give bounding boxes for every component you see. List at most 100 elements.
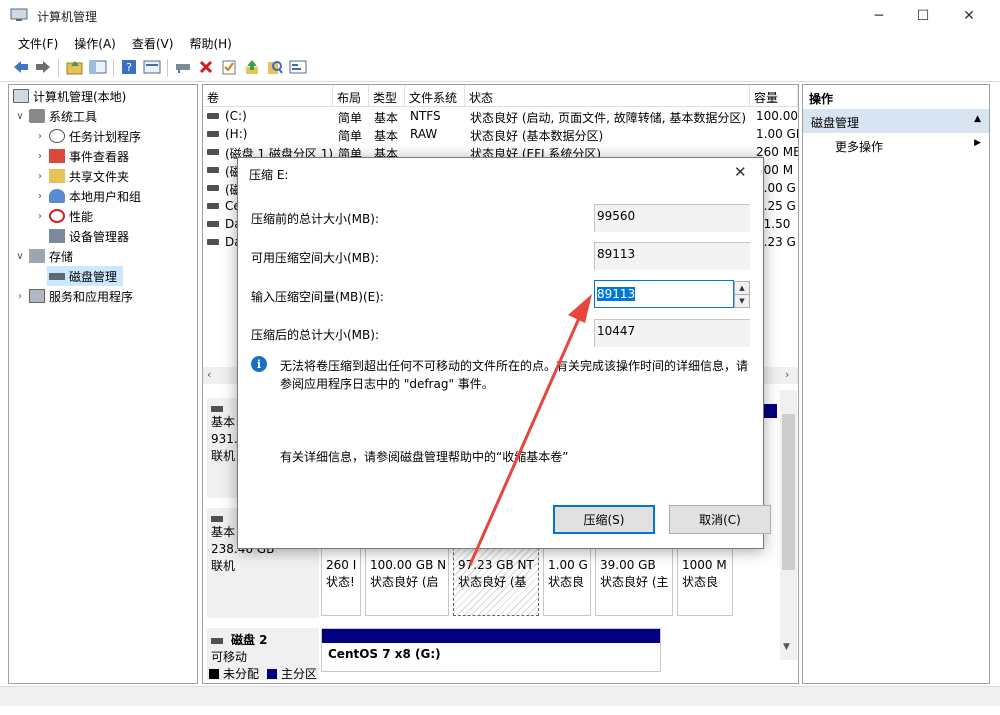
tree-item-task-scheduler[interactable]: › 任务计划程序: [33, 126, 141, 146]
device-manager-icon: [49, 229, 65, 243]
volume-icon: [207, 239, 219, 245]
tree-item-performance[interactable]: › 性能: [33, 206, 93, 226]
chevron-down-icon[interactable]: ∨: [13, 111, 27, 122]
tree-item-event-viewer[interactable]: › 事件查看器: [33, 146, 129, 166]
show-hide-tree-icon[interactable]: [89, 58, 107, 76]
spin-up-icon[interactable]: ▲: [734, 281, 750, 295]
label-shrink-amount: 输入压缩空间量(MB)(E):: [251, 290, 384, 304]
collapse-up-icon[interactable]: ▲: [974, 114, 981, 124]
maximize-button[interactable]: ☐: [900, 0, 946, 31]
scroll-left-icon[interactable]: ‹: [207, 368, 211, 381]
menu-action[interactable]: 操作(A): [68, 31, 122, 53]
menu-help[interactable]: 帮助(H): [183, 31, 237, 53]
menu-view[interactable]: 查看(V): [126, 31, 180, 53]
storage-icon: [29, 249, 45, 263]
svg-text:?: ?: [126, 61, 132, 74]
disk-icon: [211, 406, 223, 412]
label-total-after: 压缩后的总计大小(MB):: [251, 328, 379, 342]
scroll-down-icon[interactable]: ▼: [783, 642, 790, 652]
info-message: 无法将卷压缩到超出任何不可移动的文件所在的点。有关完成该操作时间的详细信息，请参…: [280, 359, 749, 391]
upload-icon[interactable]: [243, 58, 261, 76]
clock-icon: [49, 129, 65, 143]
volume-list-header: 卷 布局 类型 文件系统 状态 容量: [203, 85, 798, 107]
label-available-space: 可用压缩空间大小(MB):: [251, 251, 379, 265]
volume-icon: [207, 113, 219, 119]
folder-up-icon[interactable]: [66, 58, 84, 76]
scrollbar-thumb[interactable]: [782, 414, 795, 570]
forward-arrow-icon[interactable]: [34, 58, 52, 76]
disk-icon: [211, 637, 223, 644]
properties-view-icon[interactable]: [143, 58, 161, 76]
chevron-right-icon[interactable]: ›: [33, 131, 47, 142]
shrink-dialog: 压缩 E: ✕ 压缩前的总计大小(MB): 99560 可用压缩空间大小(MB)…: [237, 157, 771, 549]
search-icon[interactable]: [266, 58, 284, 76]
toolbar: ?: [0, 53, 1000, 82]
chevron-right-icon[interactable]: ›: [33, 151, 47, 162]
minimize-button[interactable]: ─: [856, 0, 902, 31]
shared-folder-icon: [49, 169, 65, 183]
submenu-arrow-icon: ▶: [974, 138, 981, 148]
tree-item-device-manager[interactable]: 设备管理器: [47, 226, 129, 246]
cancel-button[interactable]: 取消(C): [669, 505, 771, 534]
menu-file[interactable]: 文件(F): [12, 31, 64, 53]
volume-icon: [207, 221, 219, 227]
chevron-right-icon[interactable]: ›: [13, 291, 27, 302]
back-arrow-icon[interactable]: [12, 58, 30, 76]
total-after-value: 10447: [594, 319, 750, 347]
computer-management-icon: [13, 89, 29, 103]
tree-item-services-apps[interactable]: › 服务和应用程序: [13, 286, 133, 306]
dialog-close-icon[interactable]: ✕: [734, 163, 747, 181]
tree-item-disk-management[interactable]: 磁盘管理: [47, 266, 124, 286]
chevron-down-icon[interactable]: ∨: [13, 251, 27, 262]
navigation-tree: 计算机管理(本地) ∨ 系统工具 › 任务计划程序 › 事件查看器 › 共享文件…: [8, 84, 198, 684]
tree-item-shared-folders[interactable]: › 共享文件夹: [33, 166, 129, 186]
available-space-value: 89113: [594, 242, 750, 270]
more-actions-item[interactable]: 更多操作 ▶: [803, 133, 989, 157]
column-layout[interactable]: 布局: [333, 85, 369, 107]
users-icon: [49, 189, 65, 203]
status-bar: [0, 686, 1000, 706]
volume-icon: [207, 149, 219, 155]
scroll-right-icon[interactable]: ›: [785, 368, 789, 381]
table-row[interactable]: (C:) 简单 基本 NTFS 状态良好 (启动, 页面文件, 故障转储, 基本…: [203, 107, 798, 125]
shrink-button[interactable]: 压缩(S): [553, 505, 655, 534]
table-row[interactable]: (H:) 简单 基本 RAW 状态良好 (基本数据分区) 1.00 GE: [203, 125, 798, 143]
volume-icon: [207, 185, 219, 191]
spin-down-icon[interactable]: ▼: [734, 294, 750, 308]
performance-icon: [49, 209, 65, 223]
chevron-right-icon[interactable]: ›: [33, 171, 47, 182]
actions-section-disk-management[interactable]: 磁盘管理 ▲: [803, 109, 989, 133]
total-before-value: 99560: [594, 204, 750, 232]
column-filesystem[interactable]: 文件系统: [405, 85, 465, 107]
title-bar: 计算机管理 ─ ☐ ✕: [0, 0, 1000, 31]
legend-unallocated-swatch: [209, 668, 219, 679]
vertical-scrollbar[interactable]: ▼: [780, 390, 797, 660]
list-view-icon[interactable]: [289, 58, 307, 76]
volume-icon: [207, 203, 219, 209]
legend: 未分配 主分区: [207, 665, 317, 682]
partition-centos[interactable]: CentOS 7 x8 (G:): [321, 628, 661, 672]
shrink-amount-input[interactable]: [594, 280, 734, 308]
actions-pane: 操作 磁盘管理 ▲ 更多操作 ▶: [802, 84, 990, 684]
tree-item-local-users[interactable]: › 本地用户和组: [33, 186, 141, 206]
chevron-right-icon[interactable]: ›: [33, 191, 47, 202]
chevron-right-icon[interactable]: ›: [33, 211, 47, 222]
column-status[interactable]: 状态: [465, 85, 750, 107]
tree-item-storage[interactable]: ∨ 存储: [13, 246, 73, 266]
tree-item-computer-management[interactable]: 计算机管理(本地): [11, 86, 126, 106]
disk-icon: [211, 516, 223, 522]
checklist-icon[interactable]: [220, 58, 238, 76]
actions-header: 操作: [803, 85, 989, 109]
help-icon[interactable]: ?: [120, 58, 138, 76]
tools-icon: [29, 109, 45, 123]
menu-bar: 文件(F) 操作(A) 查看(V) 帮助(H): [0, 31, 1000, 53]
close-window-button[interactable]: ✕: [946, 0, 992, 31]
delete-icon[interactable]: [197, 58, 215, 76]
connect-icon[interactable]: [174, 58, 192, 76]
label-total-before: 压缩前的总计大小(MB):: [251, 212, 379, 226]
tree-item-system-tools[interactable]: ∨ 系统工具: [13, 106, 97, 126]
column-volume[interactable]: 卷: [203, 85, 333, 107]
column-capacity[interactable]: 容量: [750, 85, 798, 107]
window-title: 计算机管理: [37, 10, 98, 24]
column-type[interactable]: 类型: [369, 85, 405, 107]
